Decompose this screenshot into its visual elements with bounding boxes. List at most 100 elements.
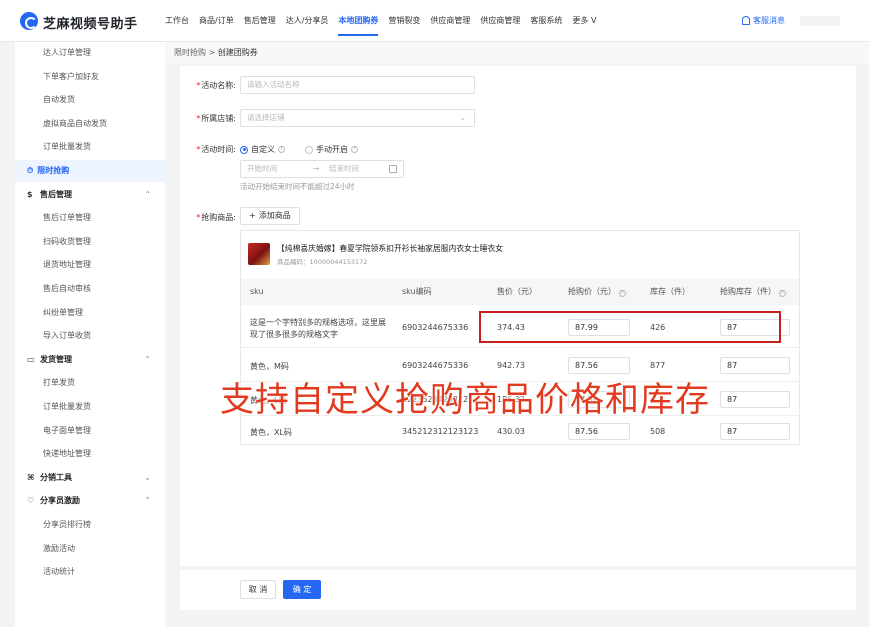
nav-item-after-sales[interactable]: 售后管理 xyxy=(239,0,281,42)
cancel-button[interactable]: 取 消 xyxy=(240,580,276,599)
nav-item-supplier[interactable]: 供应商管理 xyxy=(425,0,475,42)
incentive-icon: ♡ xyxy=(27,496,35,506)
activity-time-label: *活动时间: xyxy=(196,145,236,154)
app-logo-icon xyxy=(20,12,38,30)
nav-item-marketing[interactable]: 营销裂变 xyxy=(383,0,425,42)
help-icon[interactable]: ? xyxy=(778,290,786,297)
sidebar-group[interactable]: ♡ 分享员激励 ⌃ xyxy=(15,490,165,512)
help-icon[interactable]: ? xyxy=(618,290,626,297)
row3-flash-stock-input[interactable]: 87 xyxy=(720,391,790,408)
header-sku-code: sku编码 xyxy=(402,287,432,296)
row2-flash-stock-input[interactable]: 87 xyxy=(720,357,790,374)
nav-item-customer-service[interactable]: 客服系统 xyxy=(525,0,567,42)
row1-code: 6903244675336 xyxy=(402,323,469,332)
start-time-input[interactable]: 开始时间 xyxy=(247,164,277,173)
radio-manual[interactable]: 手动开启? xyxy=(305,144,358,155)
sidebar-item[interactable]: 退货地址管理 xyxy=(15,254,165,276)
help-icon[interactable]: ? xyxy=(278,146,285,153)
sidebar-item[interactable]: 订单批量发货 xyxy=(15,396,165,418)
shop-label: *所属店铺: xyxy=(196,114,236,123)
goods-label: *抢购商品: xyxy=(196,213,236,222)
row4-stock: 508 xyxy=(650,427,666,436)
after-sales-icon: $ xyxy=(27,189,33,199)
breadcrumb-current: 创建团购券 xyxy=(217,48,258,57)
sidebar-item[interactable]: 达人订单管理 xyxy=(15,42,165,64)
sidebar-group[interactable]: $ 售后管理 ⌃ xyxy=(15,184,165,206)
nav-item-local-group-coupons[interactable]: 本地团购券 xyxy=(333,0,383,42)
row4-price: 430.03 xyxy=(497,427,525,436)
add-goods-button[interactable]: + 添加商品 xyxy=(240,207,300,225)
sidebar-item[interactable]: 自动发货 xyxy=(15,89,165,111)
header-flash-price: 抢购价（元） ? xyxy=(568,279,626,305)
highlight-annotation-box xyxy=(479,311,781,343)
chevron-up-icon: ⌃ xyxy=(144,354,151,364)
shop-select[interactable]: 请选择店铺 ⌄ xyxy=(240,109,475,127)
bell-icon xyxy=(742,16,750,25)
help-icon[interactable]: ? xyxy=(351,146,358,153)
sidebar-item[interactable]: 扫码收货管理 xyxy=(15,231,165,253)
sidebar-item-label: 限时抢购 xyxy=(37,166,70,175)
product-name: 【纯棉喜庆婚嫁】春夏学院领系扣开衫长袖家居服内衣女士睡衣女 xyxy=(277,244,504,253)
nav-item-supplier-2[interactable]: 供应商管理 xyxy=(475,0,525,42)
header-sku: sku xyxy=(250,287,264,296)
confirm-button[interactable]: 确 定 xyxy=(283,580,321,599)
breadcrumb: 限时抢购 > 创建团购券 xyxy=(165,42,869,64)
sidebar-item[interactable]: 快递地址管理 xyxy=(15,443,165,465)
sidebar-group-label: 售后管理 xyxy=(40,189,72,199)
sidebar-item[interactable]: 订单批量发货 xyxy=(15,136,165,158)
row4-code: 345212312123123 xyxy=(402,427,479,436)
delivery-icon: ▭ xyxy=(27,354,35,364)
breadcrumb-parent[interactable]: 限时抢购 xyxy=(174,48,206,57)
nav-item-influencers[interactable]: 达人/分享员 xyxy=(281,0,334,42)
date-range-picker[interactable]: 开始时间 → 结束时间 xyxy=(240,160,404,178)
top-navigation-bar: 芝麻视频号助手 工作台 商品/订单 售后管理 达人/分享员 本地团购券 营销裂变… xyxy=(0,0,869,42)
range-arrow: → xyxy=(313,164,320,173)
activity-name-input[interactable]: 请输入活动名称 xyxy=(240,76,475,94)
sidebar-item[interactable]: 激励活动 xyxy=(15,538,165,560)
sidebar-group[interactable]: ⌘ 分销工具 ⌄ xyxy=(15,467,165,489)
radio-custom[interactable]: 自定义? xyxy=(240,144,285,155)
row1-sku: 这是一个字特别多的规格选项，这里展现了很多很多的规格文字 xyxy=(250,318,386,339)
flash-sale-icon: ⏱ xyxy=(27,166,34,175)
radio-unchecked-icon xyxy=(305,145,313,154)
sidebar-item[interactable]: 售后订单管理 xyxy=(15,207,165,229)
product-code: 商品编码：10000044153172 xyxy=(277,258,368,266)
sidebar-group-label: 分享员激励 xyxy=(40,496,80,506)
sidebar-item[interactable]: 纠纷单管理 xyxy=(15,302,165,324)
chevron-up-icon: ⌃ xyxy=(144,496,151,506)
sidebar-item[interactable]: 售后自动审核 xyxy=(15,278,165,300)
sidebar-item[interactable]: 活动统计 xyxy=(15,561,165,583)
chevron-up-icon: ⌃ xyxy=(144,189,151,199)
sidebar-item[interactable]: 虚拟商品自动发货 xyxy=(15,113,165,135)
row2-sku: 黄色，M码 xyxy=(250,362,289,371)
radio-checked-icon xyxy=(240,145,248,154)
sidebar-item[interactable]: 打单发货 xyxy=(15,372,165,394)
row4-flash-price-input[interactable]: 87.56 xyxy=(568,423,630,440)
nav-item-goods-orders[interactable]: 商品/订单 xyxy=(194,0,239,42)
customer-message-link[interactable]: 客服消息 xyxy=(742,15,785,26)
sidebar-item-flash-sale[interactable]: ⏱ 限时抢购 xyxy=(15,160,165,182)
row4-flash-stock-input[interactable]: 87 xyxy=(720,423,790,440)
table-header: sku sku编码 售价（元） 抢购价（元） ? 库存（件） 抢购库存（件） ? xyxy=(241,279,799,305)
nav-item-workbench[interactable]: 工作台 xyxy=(160,0,194,42)
sidebar-item[interactable]: 下单客户加好友 xyxy=(15,66,165,88)
sidebar-item[interactable]: 电子面单管理 xyxy=(15,420,165,442)
activity-name-label: *活动名称: xyxy=(196,81,236,90)
sidebar-group-label: 分销工具 xyxy=(40,472,72,482)
time-hint: 活动开始结束时间不能超过24小时 xyxy=(240,182,355,191)
sidebar-group[interactable]: ▭ 发货管理 ⌃ xyxy=(15,349,165,371)
product-image xyxy=(248,243,270,265)
sidebar-item[interactable]: 导入订单收货 xyxy=(15,325,165,347)
overlay-caption: 支持自定义抢购商品价格和库存 xyxy=(220,380,710,420)
end-time-input[interactable]: 结束时间 xyxy=(329,161,359,177)
header-flash-stock: 抢购库存（件） ? xyxy=(720,279,786,305)
nav-item-more[interactable]: 更多 V xyxy=(567,0,601,42)
calendar-icon xyxy=(389,165,397,173)
sidebar-item[interactable]: 分享员排行榜 xyxy=(15,514,165,536)
form-footer: 取 消 确 定 xyxy=(180,570,856,610)
breadcrumb-separator: > xyxy=(208,48,216,57)
chevron-down-icon: ⌄ xyxy=(144,472,151,482)
sidebar-group-label: 发货管理 xyxy=(40,354,72,364)
user-avatar[interactable] xyxy=(800,16,840,26)
header-price: 售价（元） xyxy=(497,287,537,296)
